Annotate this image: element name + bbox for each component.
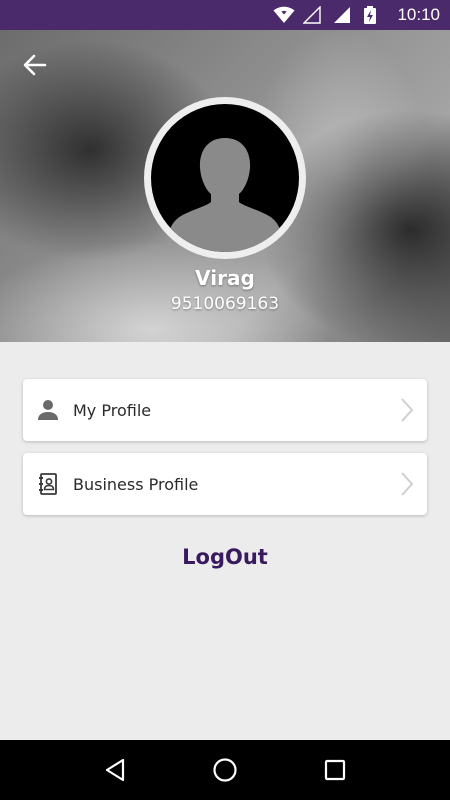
my-profile-label: My Profile [73, 400, 152, 420]
status-bar: 10:10 [0, 0, 450, 30]
status-time: 10:10 [397, 5, 440, 24]
business-profile-item[interactable]: Business Profile [23, 453, 427, 515]
home-circle-icon [213, 758, 237, 782]
back-triangle-icon [105, 758, 125, 782]
signal-icon [302, 5, 323, 24]
person-silhouette-icon [167, 138, 283, 252]
back-button[interactable] [18, 50, 52, 80]
wifi-icon [273, 6, 295, 24]
profile-header: Virag 9510069163 [0, 30, 450, 342]
user-name: Virag [195, 266, 255, 290]
recents-square-icon [324, 759, 346, 781]
nav-recents-button[interactable] [315, 750, 355, 790]
nav-back-button[interactable] [95, 750, 135, 790]
avatar [144, 97, 306, 259]
my-profile-item[interactable]: My Profile [23, 379, 427, 441]
chevron-right-icon [401, 398, 414, 422]
person-icon [38, 400, 58, 420]
nav-home-button[interactable] [205, 750, 245, 790]
signal-icon [333, 6, 353, 24]
chevron-right-icon [401, 472, 414, 496]
system-nav-bar [0, 740, 450, 800]
arrow-left-icon [23, 54, 47, 76]
battery-icon [363, 6, 383, 24]
contact-book-icon [39, 473, 57, 495]
user-phone: 9510069163 [170, 294, 280, 314]
business-profile-label: Business Profile [73, 474, 199, 494]
logout-button[interactable]: LogOut [0, 545, 450, 569]
